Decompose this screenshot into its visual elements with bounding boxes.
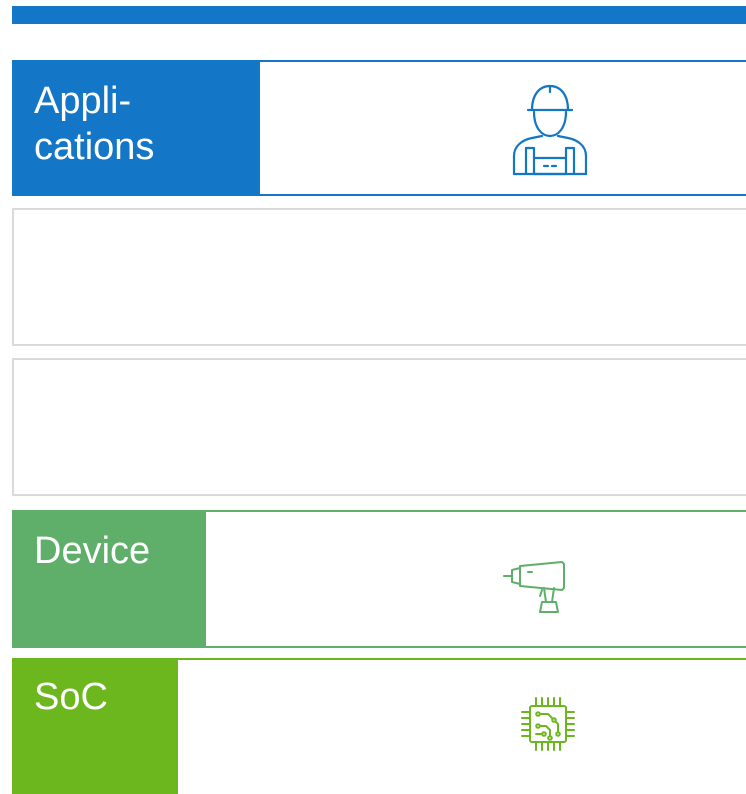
layer-applications-label-line2: cations [34, 126, 155, 168]
power-drill-icon [502, 560, 572, 620]
layer-device-label: Device [12, 510, 206, 648]
worker-icon [504, 78, 600, 178]
layer-soc: SoC [12, 658, 746, 794]
layer-applications-label-line1: Appli- [34, 80, 132, 122]
chip-icon [518, 694, 578, 754]
layer-applications: Appli- cations [12, 60, 746, 196]
layer-empty-2 [12, 358, 746, 496]
layer-applications-label: Appli- cations [12, 60, 260, 196]
layer-empty-1 [12, 208, 746, 346]
top-header-bar [12, 6, 746, 24]
layer-device: Device [12, 510, 746, 648]
layer-soc-label: SoC [12, 658, 178, 794]
